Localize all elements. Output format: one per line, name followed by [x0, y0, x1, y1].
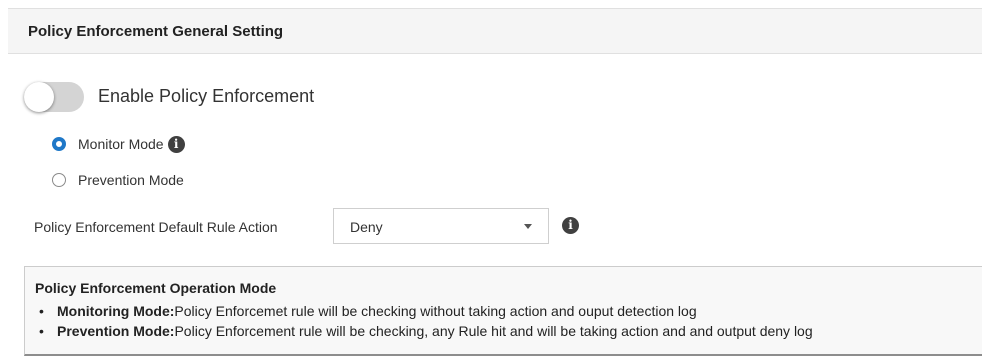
list-item: • Monitoring Mode:Policy Enforcemet rule …: [35, 301, 813, 321]
info-icon[interactable]: i: [167, 135, 185, 153]
monitor-mode-option[interactable]: Monitor Mode i: [52, 134, 185, 154]
toggle-knob: [24, 82, 54, 112]
prevention-mode-description: Policy Enforcement rule will be checking…: [174, 323, 813, 339]
operation-mode-list: • Monitoring Mode:Policy Enforcemet rule …: [35, 301, 813, 341]
list-item: • Prevention Mode:Policy Enforcement rule…: [35, 321, 813, 341]
prevention-mode-label: Prevention Mode: [78, 172, 184, 188]
top-spacer: [0, 0, 982, 8]
default-rule-action-select[interactable]: Deny: [333, 208, 549, 244]
bullet-icon: •: [39, 303, 44, 319]
bullet-icon: •: [39, 323, 44, 339]
default-rule-action-value: Deny: [350, 219, 383, 235]
info-icon[interactable]: i: [562, 217, 579, 234]
panel-header: Policy Enforcement General Setting: [8, 8, 982, 54]
monitoring-mode-term: Monitoring Mode:: [57, 303, 175, 319]
chevron-down-icon: [524, 224, 532, 229]
default-rule-action-label: Policy Enforcement Default Rule Action: [34, 219, 278, 235]
enable-policy-enforcement-label: Enable Policy Enforcement: [98, 86, 315, 106]
monitor-mode-radio[interactable]: [52, 137, 66, 151]
enable-policy-enforcement-toggle[interactable]: [24, 82, 84, 112]
prevention-mode-radio[interactable]: [52, 173, 66, 187]
monitor-mode-label: Monitor Mode: [78, 136, 164, 152]
prevention-mode-option[interactable]: Prevention Mode: [52, 170, 184, 190]
monitoring-mode-description: Policy Enforcemet rule will be checking …: [174, 303, 697, 319]
prevention-mode-term: Prevention Mode:: [57, 323, 175, 339]
panel-title: Policy Enforcement General Setting: [28, 23, 284, 40]
operation-mode-box: Policy Enforcement Operation Mode • Monit…: [24, 266, 982, 356]
operation-mode-title: Policy Enforcement Operation Mode: [35, 280, 277, 296]
